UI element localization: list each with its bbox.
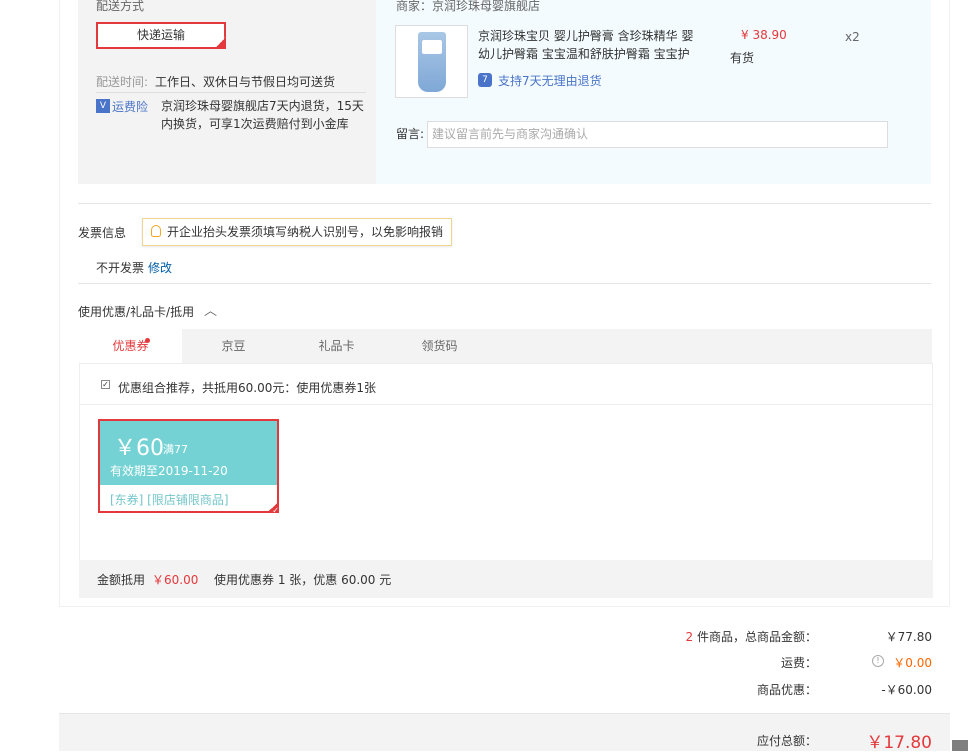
tab-coupon[interactable]: 优惠券 (79, 329, 182, 363)
items-total-label: 2 件商品，总商品金额： (640, 628, 817, 645)
product-image[interactable] (395, 25, 468, 98)
discount-label: 商品优惠： (756, 683, 817, 697)
coupon-card[interactable]: ￥60 满77 有效期至2019-11-20 [东券] [限店铺限商品] (98, 419, 279, 515)
store-name: 商家：京润珍珠母婴旗舰店 (396, 0, 541, 13)
stock-status: 有货 (730, 51, 755, 65)
coupon-amount: ￥60 (114, 436, 164, 461)
items-label-text: 件商品，总商品金额： (696, 630, 817, 644)
lightbulb-icon (151, 225, 161, 237)
tab-giftcard-label: 礼品卡 (318, 339, 355, 353)
recommend-checkbox[interactable]: ✓ (101, 380, 110, 389)
coupon-validity: 有效期至2019-11-20 (110, 464, 228, 478)
coupon-tags: [东券] [限店铺限商品] (110, 493, 229, 507)
discount-tabs: 优惠券 京豆 礼品卡 领货码 (79, 329, 932, 363)
return-policy-icon: 7 (478, 73, 492, 87)
side-float-tab[interactable] (952, 740, 968, 751)
summary-detail: 使用优惠券 1 张，优惠 60.00 元 (214, 573, 392, 587)
item-count: 2 (685, 630, 694, 644)
message-label: 留言: (396, 127, 425, 141)
summary-label: 金额抵用 (97, 573, 146, 587)
discount-amount: -￥60.00 (881, 683, 932, 697)
selected-check-icon (214, 28, 226, 51)
coupon-header: ￥60 满77 有效期至2019-11-20 (100, 421, 277, 485)
discount-header[interactable]: 使用优惠/礼品卡/抵用 (78, 303, 194, 320)
chevron-up-icon[interactable]: ︿ (204, 300, 217, 319)
recommend-text: 优惠组合推荐，共抵用60.00元：使用优惠券1张 (118, 381, 376, 395)
delivery-time-value: 工作日、双休日与节假日均可送货 (155, 75, 336, 89)
payable-amount: ￥17.80 (866, 733, 932, 753)
coupon-condition: 满77 (163, 443, 188, 456)
shipping-fee-label: 运费： (780, 656, 817, 670)
product-price: ¥ 38.90 (741, 28, 787, 42)
shipping-method-option[interactable]: 快递运输 (96, 22, 226, 51)
tab-giftcard[interactable]: 礼品卡 (285, 329, 388, 363)
shield-icon: V (96, 99, 110, 113)
tab-pickup-code[interactable]: 领货码 (388, 329, 491, 363)
selected-check-icon (267, 501, 279, 515)
return-policy: 支持7天无理由退货 (498, 74, 602, 88)
product-quantity: x2 (845, 30, 860, 44)
new-dot (145, 338, 150, 343)
insurance-label[interactable]: 运费险 (112, 98, 148, 115)
product-title-line2[interactable]: 幼儿护臀霜 宝宝温和舒肤护臀霜 宝宝护 (478, 45, 690, 62)
discount-summary: 金额抵用 ￥60.00 使用优惠券 1 张，优惠 60.00 元 (79, 560, 933, 598)
invoice-label: 发票信息 (78, 226, 127, 240)
tab-jingdou[interactable]: 京豆 (182, 329, 285, 363)
invoice-tip: 开企业抬头发票须填写纳税人识别号，以免影响报销 (142, 218, 452, 246)
product-title-line1[interactable]: 京润珍珠宝贝 婴儿护臀膏 含珍珠精华 婴 (478, 27, 693, 44)
delivery-time-label: 配送时间: (96, 75, 149, 89)
insurance-text-line1: 京润珍珠母婴旗舰店7天内退货，15天 (161, 99, 364, 113)
tab-jingdou-label: 京豆 (221, 339, 246, 353)
message-input[interactable]: 建议留言前先与商家沟通确认 (427, 121, 888, 148)
invoice-edit-link[interactable]: 修改 (148, 259, 172, 276)
payable-label: 应付总额： (756, 734, 817, 748)
tab-coupon-label: 优惠券 (112, 339, 149, 353)
payable-bar: 应付总额： ￥17.80 (59, 713, 950, 753)
insurance-text-line2: 内换货，可享1次运费赔付到小金库 (161, 117, 349, 131)
shipping-method-label: 配送方式 (96, 0, 145, 13)
shipping-fee-amount: ￥0.00 (893, 656, 932, 670)
tab-pickup-code-label: 领货码 (421, 339, 458, 353)
shipping-method-option-label: 快递运输 (136, 28, 185, 42)
invoice-tip-text: 开企业抬头发票须填写纳税人识别号，以免影响报销 (167, 225, 444, 239)
items-total-amount: ￥77.80 (885, 630, 932, 644)
summary-amount: ￥60.00 (152, 573, 199, 587)
invoice-value: 不开发票 (96, 261, 145, 275)
